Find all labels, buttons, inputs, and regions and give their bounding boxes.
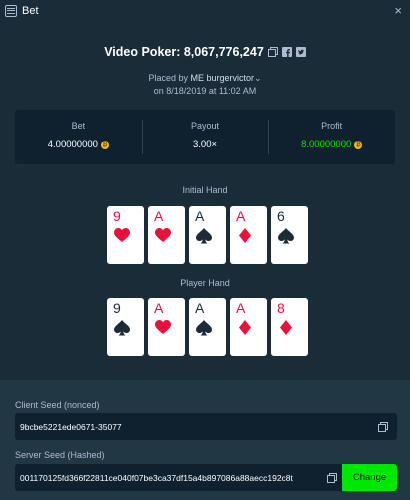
- payout-label: Payout: [190, 121, 220, 131]
- window-titlebar: Bet ×: [0, 0, 410, 22]
- placed-info: Placed by ME burgervictor⌄ on 8/18/2019 …: [0, 72, 410, 98]
- player-hand-label: Player Hand: [180, 278, 230, 288]
- close-icon[interactable]: ×: [394, 3, 402, 18]
- initial-hand-label: Initial Hand: [182, 185, 228, 195]
- card-rank: 6: [277, 208, 285, 224]
- facebook-icon[interactable]: [281, 47, 292, 57]
- client-seed-value[interactable]: 9bcbe5221ede0671-35077: [20, 422, 378, 432]
- bet-stats-panel: Bet 4.00000000 ₿ Payout 3.00× Profit 8.0…: [15, 110, 395, 164]
- diamond-suit-icon: [237, 320, 253, 336]
- twitter-icon[interactable]: [295, 47, 306, 57]
- bet-value: 4.00000000: [47, 139, 98, 150]
- seeds-panel: Client Seed (nonced) 9bcbe5221ede0671-35…: [0, 380, 410, 500]
- bet-label: Bet: [71, 121, 86, 131]
- bet-header: Video Poker: 8,067,776,247: [0, 45, 410, 59]
- playing-card[interactable]: A: [189, 206, 226, 264]
- playing-card[interactable]: 8: [271, 298, 308, 356]
- copy-icon[interactable]: [327, 472, 337, 483]
- bitcoin-icon: ₿: [100, 140, 109, 149]
- playing-card[interactable]: 9: [107, 206, 144, 264]
- copy-icon[interactable]: [267, 47, 278, 57]
- card-rank: A: [236, 208, 246, 224]
- app-menu-icon[interactable]: [5, 5, 17, 17]
- bet-stat: Bet 4.00000000 ₿: [15, 110, 142, 164]
- client-seed-label: Client Seed (nonced): [15, 400, 100, 410]
- player-hand-cards: 9 A A A 8: [107, 298, 308, 356]
- playing-card[interactable]: 6: [271, 206, 308, 264]
- window-title: Bet: [22, 5, 39, 17]
- server-seed-value[interactable]: 001170125fd366f22811ce040f07be3ca37df15a…: [20, 473, 327, 483]
- username-link[interactable]: burgervictor: [206, 73, 254, 83]
- card-rank: 9: [113, 208, 121, 224]
- heart-suit-icon: [114, 228, 130, 244]
- client-seed-field[interactable]: 9bcbe5221ede0671-35077: [15, 413, 397, 440]
- card-rank: A: [154, 208, 164, 224]
- user-badge: ME: [190, 73, 204, 83]
- spade-suit-icon: [114, 320, 130, 336]
- playing-card[interactable]: A: [230, 206, 267, 264]
- placed-by-text: Placed by: [148, 73, 191, 83]
- playing-card[interactable]: A: [230, 298, 267, 356]
- spade-suit-icon: [196, 320, 212, 336]
- spade-suit-icon: [196, 228, 212, 244]
- heart-suit-icon: [155, 320, 171, 336]
- profit-value: 8.00000000: [301, 139, 352, 150]
- profit-label: Profit: [321, 121, 343, 131]
- diamond-suit-icon: [278, 320, 294, 336]
- game-title: Video Poker: 8,067,776,247: [104, 45, 264, 59]
- card-rank: A: [195, 300, 205, 316]
- card-rank: A: [195, 208, 205, 224]
- playing-card[interactable]: 9: [107, 298, 144, 356]
- bet-date: on 8/18/2019 at 11:02 AM: [153, 86, 257, 96]
- diamond-suit-icon: [237, 228, 253, 244]
- payout-stat: Payout 3.00×: [141, 110, 269, 164]
- copy-icon[interactable]: [378, 421, 388, 432]
- playing-card[interactable]: A: [148, 206, 185, 264]
- card-rank: 9: [113, 300, 121, 316]
- server-seed-field[interactable]: 001170125fd366f22811ce040f07be3ca37df15a…: [15, 464, 397, 491]
- spade-suit-icon: [278, 228, 294, 244]
- change-seed-button[interactable]: Change: [342, 464, 397, 491]
- card-rank: A: [236, 300, 246, 316]
- playing-card[interactable]: A: [189, 298, 226, 356]
- heart-suit-icon: [155, 228, 171, 244]
- bitcoin-icon: ₿: [354, 140, 363, 149]
- payout-value: 3.00×: [192, 139, 218, 150]
- initial-hand-cards: 9 A A A 6: [107, 206, 308, 264]
- server-seed-label: Server Seed (Hashed): [15, 450, 105, 460]
- profit-stat: Profit 8.00000000 ₿: [268, 110, 395, 164]
- chevron-down-icon[interactable]: ⌄: [254, 73, 262, 83]
- card-rank: A: [154, 300, 164, 316]
- playing-card[interactable]: A: [148, 298, 185, 356]
- card-rank: 8: [277, 300, 285, 316]
